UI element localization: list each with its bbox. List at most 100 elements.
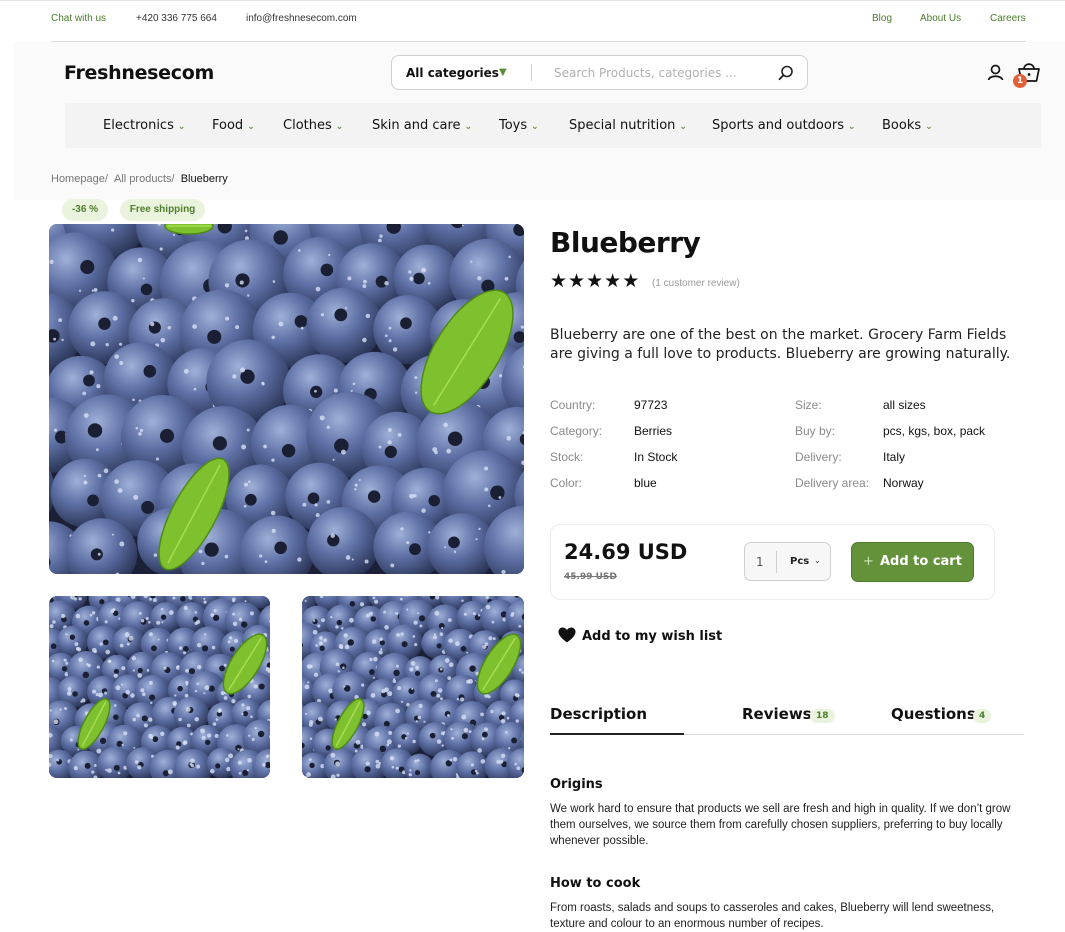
search-category-select[interactable]: All categories xyxy=(406,66,499,80)
breadcrumb-current: Blueberry xyxy=(180,173,228,185)
about-link[interactable]: About Us xyxy=(920,13,961,24)
spec-label: Country: xyxy=(550,398,596,412)
spec-label: Delivery: xyxy=(795,450,842,464)
active-tab-indicator xyxy=(550,733,684,735)
nav-item-label: Skin and care xyxy=(372,118,461,133)
product-thumbnail-2[interactable] xyxy=(302,596,524,778)
chat-link[interactable]: Chat with us xyxy=(51,13,106,24)
spec-value: Italy xyxy=(883,450,906,464)
chevron-down-icon: ⌄ xyxy=(247,122,255,132)
rating-stars: ★★★★★ xyxy=(550,270,640,292)
star-icon: ★ xyxy=(604,270,623,292)
product-title: Blueberry xyxy=(550,226,701,259)
spec-label: Buy by: xyxy=(795,424,836,438)
old-price: 45.99 USD xyxy=(564,572,617,582)
nav-item-label: Books xyxy=(882,118,922,133)
breadcrumb-homepage[interactable]: Homepage xyxy=(51,173,105,185)
breadcrumb-all-products[interactable]: All products xyxy=(114,173,171,185)
add-to-cart-button[interactable]: + Add to cart xyxy=(851,542,974,582)
product-image-main[interactable] xyxy=(49,224,524,574)
section-body: We work hard to ensure that products we … xyxy=(550,803,1011,847)
add-to-wishlist-button[interactable]: Add to my wish list xyxy=(558,627,722,644)
spec-value: Norway xyxy=(883,476,924,490)
spec-value: pcs, kgs, box, pack xyxy=(883,424,986,438)
search-input[interactable] xyxy=(554,63,764,83)
nav-item-food[interactable]: Food ⌄ xyxy=(212,118,255,133)
nav-item-label: Food xyxy=(212,118,244,133)
blueberry-photo xyxy=(302,596,524,778)
chevron-down-icon: ⌄ xyxy=(847,122,856,132)
quantity-input[interactable]: 1 xyxy=(756,555,764,569)
quantity-selector: 1 Pcs ⌄ xyxy=(744,542,831,581)
chevron-down-icon: ⌄ xyxy=(464,122,473,132)
chevron-down-icon[interactable]: ⌄ xyxy=(814,556,821,565)
star-icon: ★ xyxy=(622,270,641,292)
tab-questions[interactable]: Questions xyxy=(891,705,976,723)
price: 24.69 USD xyxy=(564,540,688,564)
spec-label: Stock: xyxy=(550,450,584,464)
nav-item-sports-and-outdoors[interactable]: Sports and outdoors ⌄ xyxy=(712,118,856,133)
spec-label: Size: xyxy=(795,398,822,412)
spec-label: Category: xyxy=(550,424,603,438)
nav-item-electronics[interactable]: Electronics ⌄ xyxy=(103,118,185,133)
review-count-link[interactable]: (1 customer review) xyxy=(652,278,740,289)
spec-value: 97723 xyxy=(634,398,668,412)
section-heading: How to cook xyxy=(550,876,641,891)
blueberry-photo xyxy=(49,224,524,574)
product-description: Blueberry are one of the best on the mar… xyxy=(550,327,1011,362)
nav-item-skin-and-care[interactable]: Skin and care ⌄ xyxy=(372,118,472,133)
chevron-down-icon: ⌄ xyxy=(177,122,186,132)
breadcrumb-separator: / xyxy=(171,173,175,185)
discount-badge: -36 % xyxy=(62,199,108,221)
star-icon: ★ xyxy=(586,270,605,292)
cart-count-badge: 1 xyxy=(1013,74,1027,88)
phone-number: +420 336 775 664 xyxy=(136,13,217,24)
spec-value: Berries xyxy=(634,424,673,438)
heart-icon xyxy=(558,627,576,643)
product-thumbnail-1[interactable] xyxy=(49,596,270,778)
star-icon: ★ xyxy=(568,270,587,292)
section-heading: Origins xyxy=(550,777,603,792)
blueberry-photo xyxy=(49,596,270,778)
spec-label: Delivery area: xyxy=(795,476,870,490)
nav-item-label: Toys xyxy=(499,118,528,133)
nav-item-books[interactable]: Books ⌄ xyxy=(882,118,933,133)
add-to-cart-label: Add to cart xyxy=(879,554,962,569)
nav-item-special-nutrition[interactable]: Special nutrition ⌄ xyxy=(569,118,687,133)
wishlist-label: Add to my wish list xyxy=(582,629,723,644)
section-body: From roasts, salads and soups to cassero… xyxy=(550,902,995,930)
star-icon: ★ xyxy=(550,270,569,292)
reviews-count-badge: 18 xyxy=(810,709,835,723)
nav-item-label: Clothes xyxy=(283,118,332,133)
tab-reviews[interactable]: Reviews xyxy=(742,705,812,723)
email-address: info@freshnesecom.com xyxy=(246,13,357,24)
blog-link[interactable]: Blog xyxy=(872,13,892,24)
questions-count-badge: 4 xyxy=(973,709,992,723)
chevron-down-icon: ⌄ xyxy=(679,122,687,132)
chevron-down-icon[interactable]: ▼ xyxy=(499,67,507,78)
spec-value: all sizes xyxy=(883,398,926,412)
site-logo[interactable]: Freshnesecom xyxy=(64,62,214,84)
search-icon[interactable] xyxy=(777,64,795,82)
user-icon[interactable] xyxy=(987,64,1004,81)
plus-icon: + xyxy=(863,554,874,569)
chevron-down-icon: ⌄ xyxy=(335,122,344,132)
unit-select[interactable]: Pcs xyxy=(790,556,809,567)
free-shipping-badge: Free shipping xyxy=(120,199,205,221)
nav-item-clothes[interactable]: Clothes ⌄ xyxy=(283,118,343,133)
nav-item-label: Electronics xyxy=(103,118,174,133)
search-bar: All categories ▼ xyxy=(391,55,808,90)
chevron-down-icon: ⌄ xyxy=(925,122,933,132)
nav-item-label: Special nutrition xyxy=(569,118,676,133)
careers-link[interactable]: Careers xyxy=(990,13,1026,24)
nav-item-label: Sports and outdoors xyxy=(712,118,844,133)
chevron-down-icon: ⌄ xyxy=(531,122,539,132)
breadcrumb-separator: / xyxy=(104,173,108,185)
nav-item-toys[interactable]: Toys ⌄ xyxy=(499,118,539,133)
search-divider xyxy=(531,64,532,81)
tab-description[interactable]: Description xyxy=(550,705,647,723)
spec-label: Color: xyxy=(550,476,583,490)
spec-value: In Stock xyxy=(634,450,678,464)
quantity-divider xyxy=(776,551,777,573)
spec-value: blue xyxy=(634,476,657,490)
